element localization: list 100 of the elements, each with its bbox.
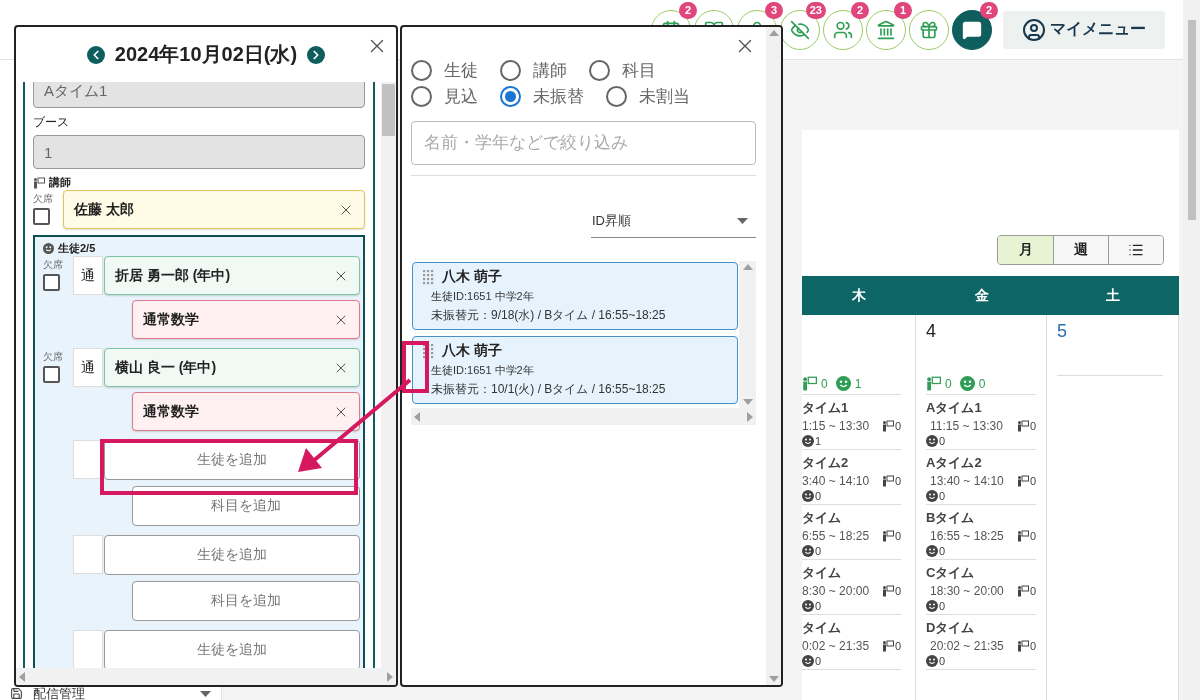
student-card[interactable]: 横山 良一 (年中) xyxy=(104,348,360,387)
teacher-icon xyxy=(881,420,894,432)
radio-button[interactable] xyxy=(500,85,521,107)
student-result-card[interactable]: 八木 萌子 生徒ID:1651 中学2年 未振替元：9/18(水) / Bタイム / 16:55~18:25 xyxy=(412,262,738,330)
view-toggle[interactable] xyxy=(1108,236,1163,264)
teacher-icon xyxy=(1016,420,1029,432)
add-student-button[interactable]: 生徒を追加 xyxy=(104,630,360,668)
absent-checkbox[interactable] xyxy=(43,274,60,291)
student-count: 1 xyxy=(815,435,822,447)
weekday-label: 木 xyxy=(852,286,866,305)
weekday-label: 土 xyxy=(1106,286,1120,305)
smiley-icon xyxy=(926,490,938,502)
time-slot[interactable]: タイム 6:55 ~ 18:25 0 0 xyxy=(802,505,901,560)
time-slot[interactable]: タイム 8:30 ~ 20:00 0 0 xyxy=(802,560,901,615)
list-icon xyxy=(1128,242,1144,258)
time-slot[interactable]: タイム 0:02 ~ 21:35 0 0 xyxy=(802,615,901,670)
absent-label: 欠席 xyxy=(33,192,53,206)
radio-label: 生徒 xyxy=(444,59,478,82)
student-count: 0 xyxy=(939,655,946,667)
slot-name: タイム1 xyxy=(802,399,850,417)
student-card[interactable]: 折居 勇一郎 (年中) xyxy=(104,256,360,295)
dialog-date: 2024年10月02日(水) xyxy=(114,42,298,67)
teacher-name: 佐藤 太郎 xyxy=(74,200,134,219)
slot-time: 20:02 ~ 21:35 xyxy=(930,639,1004,653)
teacher-count: 0 xyxy=(894,475,901,487)
student-count: 1 xyxy=(854,376,862,391)
student-count: 0 xyxy=(978,376,986,391)
vertical-scrollbar[interactable] xyxy=(381,82,396,668)
caret-icon xyxy=(200,690,211,697)
highlight-frame xyxy=(402,341,429,393)
smiley-icon xyxy=(926,435,938,447)
student-count: 0 xyxy=(815,600,822,612)
gift-icon xyxy=(919,19,939,40)
student-name: 八木 萌子 xyxy=(442,268,502,286)
previous-day-button[interactable] xyxy=(86,45,105,64)
teacher-count: 0 xyxy=(894,420,901,432)
time-slot[interactable]: タイム2 3:40 ~ 14:10 0 0 xyxy=(802,450,901,505)
empty-type-box xyxy=(73,535,103,574)
teacher-count: 0 xyxy=(1029,640,1036,652)
drag-handle-icon[interactable] xyxy=(423,269,434,285)
student-count: 0 xyxy=(939,600,946,612)
student-count: 0 xyxy=(939,435,946,447)
smiley-icon xyxy=(926,545,938,557)
time-slot[interactable]: Aタイム1 11:15 ~ 13:30 0 0 xyxy=(926,395,1036,450)
count-badge: 3 xyxy=(765,1,783,19)
teacher-card[interactable]: 佐藤 太郎 xyxy=(63,190,365,229)
absent-label: 欠席 xyxy=(43,350,63,364)
student-result-card[interactable]: 八木 萌子 生徒ID:1651 中学2年 未振替元：10/1(火) / Bタイム / 16:55~18:25 xyxy=(412,336,738,404)
radio-button[interactable] xyxy=(411,59,432,81)
student-count: 0 xyxy=(815,545,822,557)
slot-time: 13:40 ~ 14:10 xyxy=(930,474,1004,488)
student-count: 0 xyxy=(815,490,822,502)
next-day-button[interactable] xyxy=(307,45,326,64)
slot-time: 3:40 ~ 14:10 xyxy=(802,474,870,488)
subject-card[interactable]: 通常数学 xyxy=(132,392,360,431)
absent-checkbox[interactable] xyxy=(33,208,50,225)
slot-time: 8:30 ~ 20:00 xyxy=(802,584,870,598)
teacher-count: 0 xyxy=(821,376,828,391)
caret-icon xyxy=(737,217,748,224)
time-slot[interactable]: Dタイム 20:02 ~ 21:35 0 0 xyxy=(926,615,1036,670)
teacher-icon xyxy=(1016,530,1029,542)
sort-select[interactable]: ID昇順 xyxy=(591,204,756,238)
time-slot[interactable]: Bタイム 16:55 ~ 18:25 0 0 xyxy=(926,505,1036,560)
radio-button[interactable] xyxy=(589,59,610,81)
my-menu-button[interactable]: マイメニュー xyxy=(1003,10,1165,49)
teacher-count: 0 xyxy=(894,640,901,652)
teacher-icon xyxy=(1016,640,1029,652)
teacher-label: 講師 xyxy=(49,175,71,190)
drag-handle-icon[interactable] xyxy=(423,343,434,359)
time-slot[interactable]: タイム1 1:15 ~ 13:30 0 1 xyxy=(802,395,901,450)
radio-label: 講師 xyxy=(533,59,567,82)
radio-button[interactable] xyxy=(500,59,521,81)
view-toggle[interactable]: 月 xyxy=(998,236,1053,264)
time-slot[interactable]: Aタイム2 13:40 ~ 14:10 0 0 xyxy=(926,450,1036,505)
radio-button[interactable] xyxy=(411,85,432,107)
add-student-button[interactable]: 生徒を追加 xyxy=(104,535,360,575)
subject-card[interactable]: 通常数学 xyxy=(132,300,360,339)
slot-name: Aタイム1 xyxy=(926,399,983,417)
radio-label: 見込 xyxy=(444,85,478,108)
slot-time: 16:55 ~ 18:25 xyxy=(930,529,1004,543)
subject-name: 通常数学 xyxy=(143,402,199,421)
smiley-icon xyxy=(926,655,938,667)
student-name: 八木 萌子 xyxy=(442,342,502,360)
teacher-icon xyxy=(881,640,894,652)
add-subject-button[interactable]: 科目を追加 xyxy=(132,581,360,621)
radio-button[interactable] xyxy=(606,85,627,107)
slot-name: タイム2 xyxy=(802,454,850,472)
add-subject-button[interactable]: 科目を追加 xyxy=(132,486,360,526)
absent-checkbox[interactable] xyxy=(43,366,60,383)
teacher-count: 0 xyxy=(894,585,901,597)
count-badge: 2 xyxy=(980,1,998,19)
sidebar-item[interactable]: 配信管理 xyxy=(0,687,221,700)
count-badge: 23 xyxy=(805,1,826,19)
teacher-count: 0 xyxy=(1029,475,1036,487)
time-slot[interactable]: Cタイム 18:30 ~ 20:00 0 0 xyxy=(926,560,1036,615)
search-field[interactable]: 名前・学年などで絞り込み xyxy=(411,121,756,165)
teacher-icon xyxy=(1016,475,1029,487)
chat-icon xyxy=(962,19,982,40)
count-badge: 2 xyxy=(851,1,869,19)
view-toggle[interactable]: 週 xyxy=(1053,236,1108,264)
